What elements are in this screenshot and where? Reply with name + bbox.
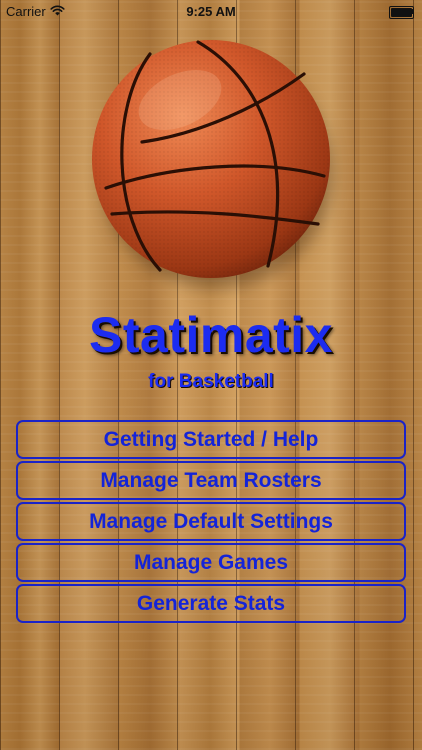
basketball-image <box>90 38 332 288</box>
battery-icon <box>389 6 414 19</box>
manage-games-button[interactable]: Manage Games <box>16 543 406 582</box>
main-menu: Getting Started / Help Manage Team Roste… <box>16 420 406 625</box>
status-time: 9:25 AM <box>186 4 236 19</box>
generate-stats-button[interactable]: Generate Stats <box>16 584 406 623</box>
app-title: Statimatix <box>89 307 333 363</box>
getting-started-help-button[interactable]: Getting Started / Help <box>16 420 406 459</box>
status-bar: Carrier 9:25 AM <box>0 0 422 24</box>
app-screen: Carrier 9:25 AM Statimatix for Basketbal… <box>0 0 422 750</box>
manage-team-rosters-button[interactable]: Manage Team Rosters <box>16 461 406 500</box>
manage-default-settings-button[interactable]: Manage Default Settings <box>16 502 406 541</box>
battery-fill <box>391 8 412 17</box>
app-subtitle: for Basketball <box>148 371 274 392</box>
